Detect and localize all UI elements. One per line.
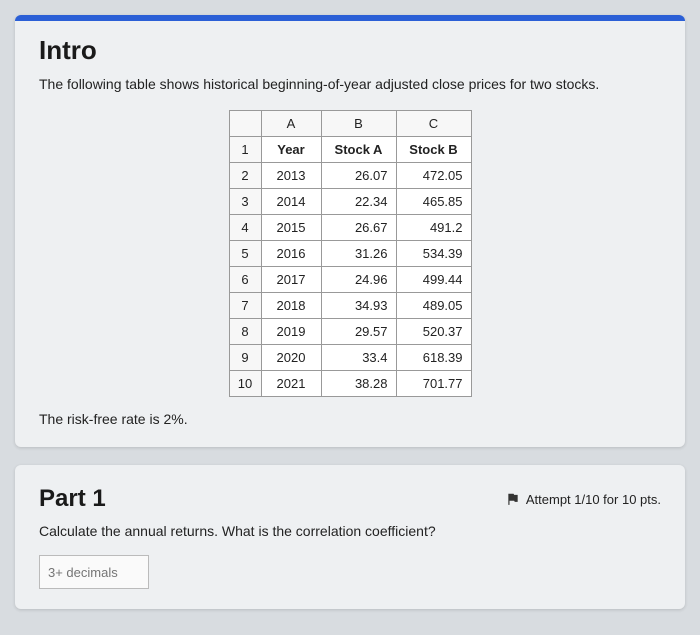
col-label-b: B [321,111,396,137]
cell-stock-a: 34.93 [321,293,396,319]
corner-cell [229,111,261,137]
col-label-a: A [261,111,321,137]
cell-year: 2016 [261,241,321,267]
cell-year: 2020 [261,345,321,371]
intro-title: Intro [39,35,661,66]
column-letter-row: A B C [229,111,471,137]
table-row: 3 2014 22.34 465.85 [229,189,471,215]
cell-stock-a: 29.57 [321,319,396,345]
table-row: 10 2021 38.28 701.77 [229,371,471,397]
part1-header: Part 1 Attempt 1/10 for 10 pts. [39,485,661,513]
col-label-c: C [396,111,471,137]
answer-input[interactable] [39,555,149,589]
intro-description: The following table shows historical beg… [39,74,661,94]
cell-stock-a: 31.26 [321,241,396,267]
table-row: 2 2013 26.07 472.05 [229,163,471,189]
header-stock-b: Stock B [396,137,471,163]
cell-stock-a: 22.34 [321,189,396,215]
table-row: 9 2020 33.4 618.39 [229,345,471,371]
row-number: 3 [229,189,261,215]
attempt-text: Attempt 1/10 for 10 pts. [526,492,661,507]
table-row: 6 2017 24.96 499.44 [229,267,471,293]
flag-icon [506,492,520,506]
cell-year: 2017 [261,267,321,293]
cell-stock-a: 38.28 [321,371,396,397]
cell-stock-b: 520.37 [396,319,471,345]
cell-stock-b: 472.05 [396,163,471,189]
table-row: 7 2018 34.93 489.05 [229,293,471,319]
row-number: 6 [229,267,261,293]
table-row: 1 Year Stock A Stock B [229,137,471,163]
cell-stock-b: 465.85 [396,189,471,215]
part1-card: Part 1 Attempt 1/10 for 10 pts. Calculat… [15,465,685,609]
header-stock-a: Stock A [321,137,396,163]
row-number: 10 [229,371,261,397]
row-number: 5 [229,241,261,267]
price-table: A B C 1 Year Stock A Stock B 2 2013 26.0… [229,110,472,397]
row-number: 7 [229,293,261,319]
attempt-info: Attempt 1/10 for 10 pts. [506,492,661,507]
intro-footnote: The risk-free rate is 2%. [39,411,661,427]
cell-stock-a: 26.67 [321,215,396,241]
row-number: 8 [229,319,261,345]
intro-card: Intro The following table shows historic… [15,15,685,447]
table-container: A B C 1 Year Stock A Stock B 2 2013 26.0… [39,110,661,397]
table-row: 8 2019 29.57 520.37 [229,319,471,345]
cell-year: 2018 [261,293,321,319]
cell-year: 2013 [261,163,321,189]
cell-stock-a: 26.07 [321,163,396,189]
cell-stock-b: 489.05 [396,293,471,319]
cell-stock-b: 534.39 [396,241,471,267]
cell-stock-a: 24.96 [321,267,396,293]
cell-year: 2015 [261,215,321,241]
table-row: 4 2015 26.67 491.2 [229,215,471,241]
part1-title: Part 1 [39,485,106,513]
cell-stock-a: 33.4 [321,345,396,371]
cell-year: 2014 [261,189,321,215]
row-number: 1 [229,137,261,163]
cell-stock-b: 491.2 [396,215,471,241]
row-number: 4 [229,215,261,241]
header-year: Year [261,137,321,163]
cell-stock-b: 618.39 [396,345,471,371]
cell-stock-b: 701.77 [396,371,471,397]
part1-prompt: Calculate the annual returns. What is th… [39,523,661,539]
cell-year: 2021 [261,371,321,397]
cell-year: 2019 [261,319,321,345]
row-number: 2 [229,163,261,189]
row-number: 9 [229,345,261,371]
cell-stock-b: 499.44 [396,267,471,293]
table-row: 5 2016 31.26 534.39 [229,241,471,267]
